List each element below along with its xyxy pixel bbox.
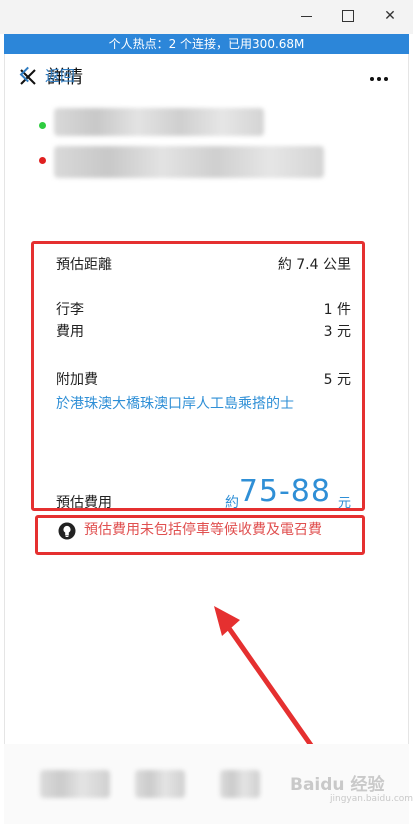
back-label: 返回: [45, 67, 76, 85]
bottom-redacted-1: [40, 770, 110, 798]
start-location-redacted: [54, 108, 264, 136]
start-location-dot: [39, 122, 46, 129]
bottom-redacted-2: [135, 770, 185, 798]
bottom-redacted-3: [220, 770, 260, 798]
minimize-icon[interactable]: [294, 6, 318, 26]
end-location-redacted: [54, 146, 324, 178]
notice-text: 預估費用未包括停車等候收費及電召費: [84, 522, 322, 538]
window-close-icon[interactable]: ✕: [378, 6, 402, 26]
maximize-icon[interactable]: [336, 6, 360, 26]
watermark-sub: jingyan.baidu.com: [330, 794, 413, 804]
lightbulb-icon: [58, 522, 76, 540]
chevron-left-icon: [19, 66, 36, 83]
watermark: Baidu 经验: [290, 775, 385, 795]
end-location-dot: [39, 157, 46, 164]
hotspot-status-bar: 个人热点：2 个连接，已用300.68M: [4, 34, 409, 54]
more-icon[interactable]: [368, 66, 392, 90]
window-chrome: ✕: [0, 0, 413, 34]
back-link[interactable]: 返回: [19, 65, 76, 87]
fare-highlight-box: [31, 241, 365, 511]
